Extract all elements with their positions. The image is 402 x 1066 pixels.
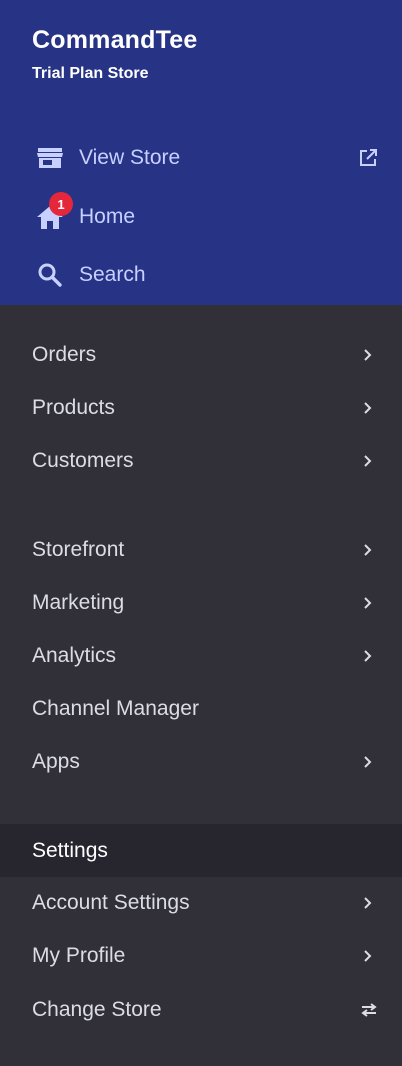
sidebar: CommandTee Trial Plan Store View Store H… [0,0,402,1066]
nav-item-label: Orders [32,343,97,366]
chevron-right-icon [364,402,372,414]
chevron-right-icon [364,650,372,662]
nav-item-apps[interactable]: Apps [0,738,402,786]
view-store-link[interactable]: View Store [0,136,402,180]
nav-item-label: Marketing [32,591,125,614]
chevron-right-icon [364,455,372,467]
nav-item-marketing[interactable]: Marketing [0,579,402,627]
storefront-icon [36,144,64,172]
nav-item-my-profile[interactable]: My Profile [0,932,402,980]
chevron-right-icon [364,597,372,609]
chevron-right-icon [364,897,372,909]
nav-item-change-store[interactable]: Change Store [0,986,402,1034]
store-name: CommandTee [32,26,198,54]
chevron-right-icon [364,349,372,361]
nav-item-products[interactable]: Products [0,384,402,432]
nav-item-orders[interactable]: Orders [0,331,402,379]
view-store-label: View Store [79,146,181,169]
nav-item-label: Account Settings [32,891,190,914]
chevron-right-icon [364,544,372,556]
settings-heading-label: Settings [32,838,108,862]
search-label: Search [79,263,146,286]
notification-badge: 1 [49,192,73,216]
home-label: Home [79,205,136,228]
store-plan: Trial Plan Store [32,65,149,82]
chevron-right-icon [364,756,372,768]
swap-icon [361,1003,377,1017]
nav-item-label: Customers [32,449,134,472]
nav-item-label: Apps [32,750,80,773]
nav-item-account-settings[interactable]: Account Settings [0,879,402,927]
nav-item-storefront[interactable]: Storefront [0,526,402,574]
nav-item-label: Channel Manager [32,697,199,720]
nav-item-label: Change Store [32,998,162,1021]
search-link[interactable]: Search [0,253,402,297]
nav-item-analytics[interactable]: Analytics [0,632,402,680]
nav-item-label: Products [32,396,115,419]
nav-item-label: Storefront [32,538,125,561]
external-link-icon[interactable] [358,148,378,168]
nav-item-label: My Profile [32,944,126,967]
search-icon [36,261,64,289]
nav-item-channel-manager[interactable]: Channel Manager [0,685,402,733]
settings-heading: Settings [0,824,402,877]
nav-item-customers[interactable]: Customers [0,437,402,485]
store-header: CommandTee Trial Plan Store View Store H… [0,0,402,305]
nav-item-label: Analytics [32,644,117,667]
chevron-right-icon [364,950,372,962]
